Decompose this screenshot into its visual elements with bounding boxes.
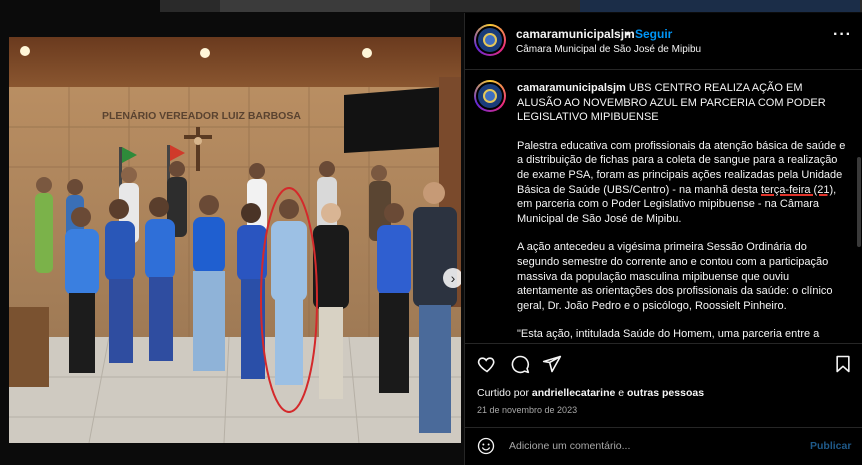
separator-dot: • xyxy=(625,27,630,41)
liked-prefix: Curtido por xyxy=(477,387,532,399)
post-actions: Curtido por andriellecatarine e outras p… xyxy=(465,343,862,459)
caption-username[interactable]: camaramunicipalsjm xyxy=(517,82,626,94)
coat-of-arms-icon xyxy=(483,33,497,47)
heart-icon[interactable] xyxy=(477,354,497,374)
comment-icon[interactable] xyxy=(510,354,530,374)
publish-button[interactable]: Publicar xyxy=(810,440,851,452)
background-element xyxy=(580,0,860,12)
bookmark-icon[interactable] xyxy=(833,354,853,374)
caption-text: camaramunicipalsjm UBS CENTRO REALIZA AÇ… xyxy=(517,81,847,343)
next-photo-button[interactable]: › xyxy=(443,268,461,288)
group-photo-illustration: PLENÁRIO VEREADOR LUIZ BARBOSA xyxy=(9,37,461,443)
background-page-strip xyxy=(160,0,862,12)
liked-middle: e xyxy=(615,387,628,399)
coat-of-arms-icon xyxy=(483,89,497,103)
caption-highlighted-date: terça-feira (21) xyxy=(760,183,834,196)
post-details-panel: camaramunicipalsjm • Seguir Câmara Munic… xyxy=(464,13,862,465)
avatar[interactable] xyxy=(474,24,506,56)
liked-others[interactable]: outras pessoas xyxy=(627,387,704,399)
caption-paragraph-3: "Esta ação, intitulada Saúde do Homem, u… xyxy=(517,328,820,341)
emoji-icon[interactable] xyxy=(477,437,495,455)
caption-avatar[interactable] xyxy=(474,80,506,112)
account-username[interactable]: camaramunicipalsjm xyxy=(516,27,635,41)
comment-input[interactable] xyxy=(509,436,799,456)
liked-by-text: Curtido por andriellecatarine e outras p… xyxy=(477,387,704,399)
post-header: camaramunicipalsjm • Seguir Câmara Munic… xyxy=(465,13,862,70)
follow-button[interactable]: Seguir xyxy=(635,27,672,41)
comment-bar: Publicar xyxy=(465,427,862,463)
post-photo: PLENÁRIO VEREADOR LUIZ BARBOSA › xyxy=(9,37,461,443)
more-options-icon[interactable]: ··· xyxy=(833,26,852,44)
caption-section[interactable]: camaramunicipalsjm UBS CENTRO REALIZA AÇ… xyxy=(465,71,862,343)
post-date[interactable]: 21 de novembro de 2023 xyxy=(477,405,577,415)
wall-sign-text: PLENÁRIO VEREADOR LUIZ BARBOSA xyxy=(102,109,301,122)
caption-scrollbar[interactable] xyxy=(857,157,861,247)
background-element xyxy=(220,0,430,12)
caption-paragraph-2: A ação antecedeu a vigésima primeira Ses… xyxy=(517,241,833,312)
share-icon[interactable] xyxy=(542,354,562,374)
account-subtitle[interactable]: Câmara Municipal de São José de Mipibu xyxy=(516,44,701,55)
liked-user[interactable]: andriellecatarine xyxy=(532,387,615,399)
